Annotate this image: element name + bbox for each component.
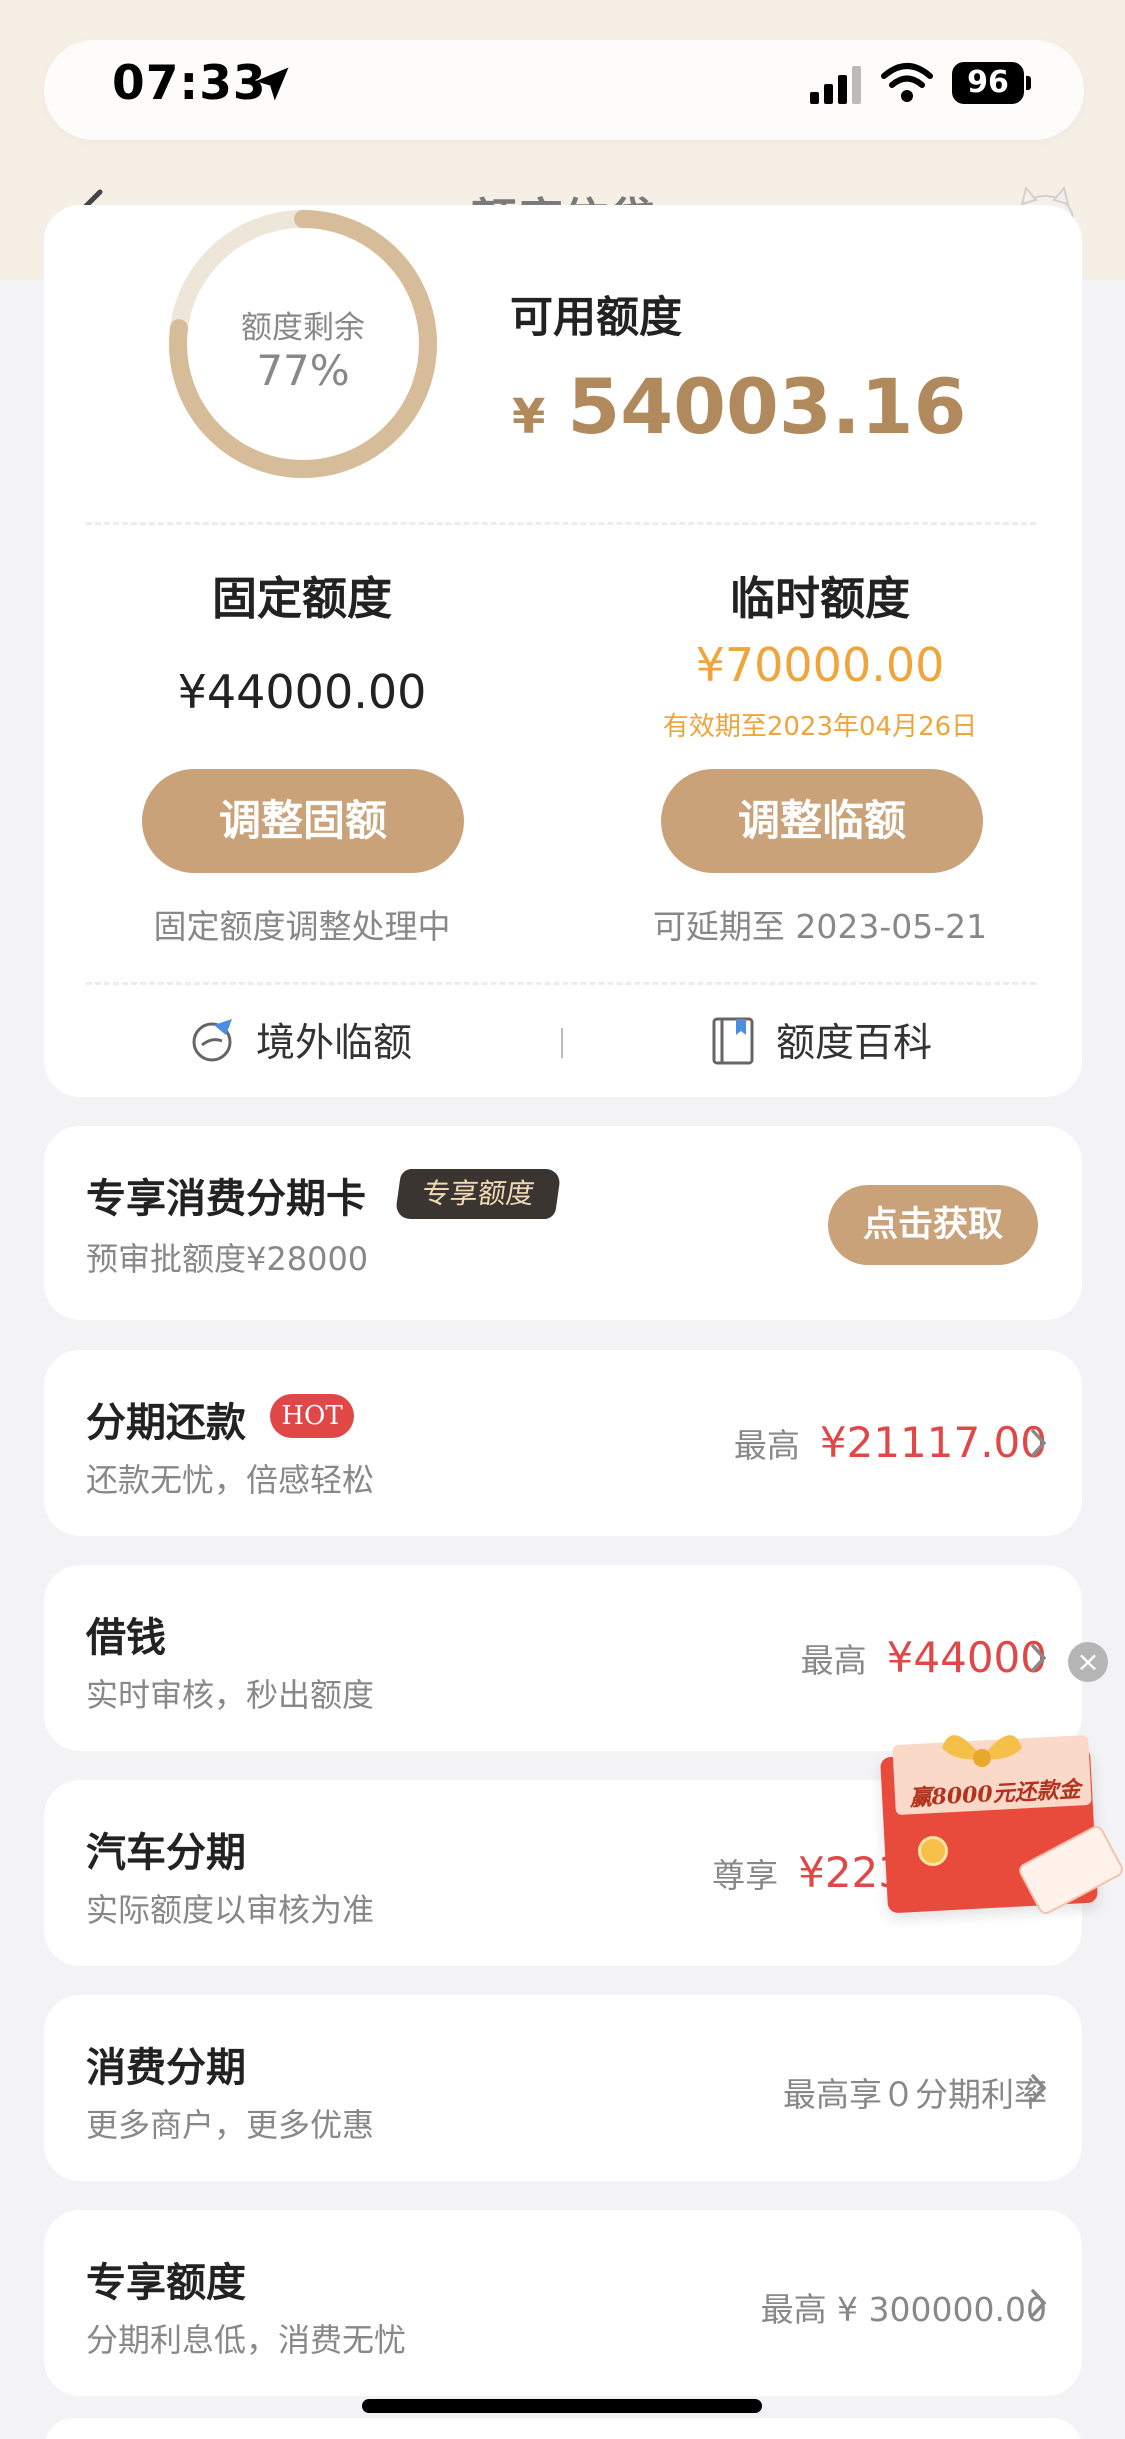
divider bbox=[86, 982, 1036, 985]
item-subtitle: 更多商户，更多优惠 bbox=[86, 2106, 375, 2144]
exclusive-card-subtitle: 预审批额度¥28000 bbox=[86, 1240, 369, 1278]
item-value-text: 最高享０分期利率 bbox=[783, 2075, 1047, 2114]
cellular-signal-icon bbox=[810, 66, 861, 104]
gift-bow-icon bbox=[942, 1735, 1022, 1767]
book-icon bbox=[712, 1017, 754, 1065]
fixed-limit-note: 固定额度调整处理中 bbox=[153, 907, 451, 946]
chevron-right-icon bbox=[1031, 2074, 1047, 2102]
available-amount-value: 54003.16 bbox=[567, 362, 967, 451]
overseas-temp-limit-label: 境外临额 bbox=[256, 1021, 413, 1066]
temp-limit-validity: 有效期至2023年04月26日 bbox=[662, 712, 978, 742]
get-now-button[interactable]: 点击获取 bbox=[828, 1185, 1038, 1265]
item-amount: ¥44000 bbox=[886, 1633, 1047, 1682]
chevron-right-icon bbox=[1031, 1644, 1047, 1672]
item-subtitle: 实时审核，秒出额度 bbox=[86, 1676, 375, 1714]
item-value: 最高 ¥44000 bbox=[801, 1633, 1047, 1682]
item-prefix: 最高 bbox=[733, 1426, 800, 1465]
battery-indicator: 96 bbox=[952, 62, 1031, 104]
item-title: 专享额度 bbox=[86, 2260, 246, 2306]
home-indicator bbox=[362, 2399, 762, 2413]
exclusive-card-title: 专享消费分期卡 bbox=[86, 1176, 366, 1222]
item-title: 汽车分期 bbox=[86, 1830, 246, 1876]
item-subtitle: 分期利息低，消费无忧 bbox=[86, 2321, 407, 2359]
chevron-right-icon bbox=[1031, 2289, 1047, 2317]
fixed-limit-title: 固定额度 bbox=[211, 572, 392, 625]
temp-limit-title: 临时额度 bbox=[729, 572, 910, 625]
item-title: 借钱 bbox=[86, 1615, 166, 1661]
item-subtitle: 还款无忧，倍感轻松 bbox=[86, 1461, 375, 1499]
coin-icon bbox=[918, 1836, 948, 1866]
item-title: 消费分期 bbox=[86, 2045, 246, 2091]
exclusive-tag: 专享额度 bbox=[394, 1169, 562, 1219]
item-value: 最高 ¥ 300000.00 bbox=[761, 2283, 1047, 2331]
item-prefix: 尊享 bbox=[712, 1856, 779, 1895]
item-subtitle: 实际额度以审核为准 bbox=[86, 1891, 375, 1929]
ring-percent: 77% bbox=[256, 346, 350, 395]
location-arrow-icon bbox=[255, 67, 289, 101]
item-prefix: 最高 bbox=[800, 1641, 867, 1680]
temp-limit-amount: ¥70000.00 bbox=[695, 638, 945, 692]
item-value: 尊享 ¥223 bbox=[712, 1848, 905, 1897]
airplane-globe-icon bbox=[192, 1019, 232, 1062]
item-title: 分期还款 bbox=[86, 1400, 246, 1446]
available-label: 可用额度 bbox=[510, 293, 682, 343]
adjust-fixed-button[interactable]: 调整固额 bbox=[142, 769, 464, 873]
wifi-icon bbox=[881, 63, 933, 102]
temp-limit-note: 可延期至 2023-05-21 bbox=[652, 907, 988, 946]
promo-close-button[interactable]: × bbox=[1068, 1642, 1108, 1682]
adjust-temp-button[interactable]: 调整临额 bbox=[661, 769, 983, 873]
ring-label: 额度剩余 bbox=[241, 310, 365, 346]
status-time: 07:33 bbox=[112, 56, 267, 111]
available-amount: ¥54003.16 bbox=[512, 362, 966, 451]
currency-symbol: ¥ bbox=[512, 389, 546, 445]
quick-link-divider bbox=[561, 1028, 563, 1058]
list-item-partial bbox=[44, 2418, 1082, 2439]
item-amount: ¥21117.00 bbox=[819, 1418, 1047, 1467]
fixed-limit-amount: ¥44000.00 bbox=[177, 665, 427, 719]
overseas-temp-limit-link[interactable]: 境外临额 bbox=[188, 1012, 412, 1068]
chevron-right-icon bbox=[1031, 1429, 1047, 1457]
limit-encyclopedia-link[interactable]: 额度百科 bbox=[708, 1012, 932, 1068]
credit-limit-page: 07:33 96 额度信贷 额度剩余 77% 可用额度 ¥54003.16 固 bbox=[0, 0, 1125, 2439]
item-value: 最高享０分期利率 bbox=[783, 2068, 1047, 2116]
limit-encyclopedia-label: 额度百科 bbox=[776, 1021, 933, 1066]
item-value: 最高 ¥21117.00 bbox=[734, 1418, 1047, 1467]
divider bbox=[86, 522, 1036, 525]
hot-badge: HOT bbox=[270, 1394, 354, 1438]
item-value-text: 最高 ¥ 300000.00 bbox=[760, 2290, 1047, 2329]
